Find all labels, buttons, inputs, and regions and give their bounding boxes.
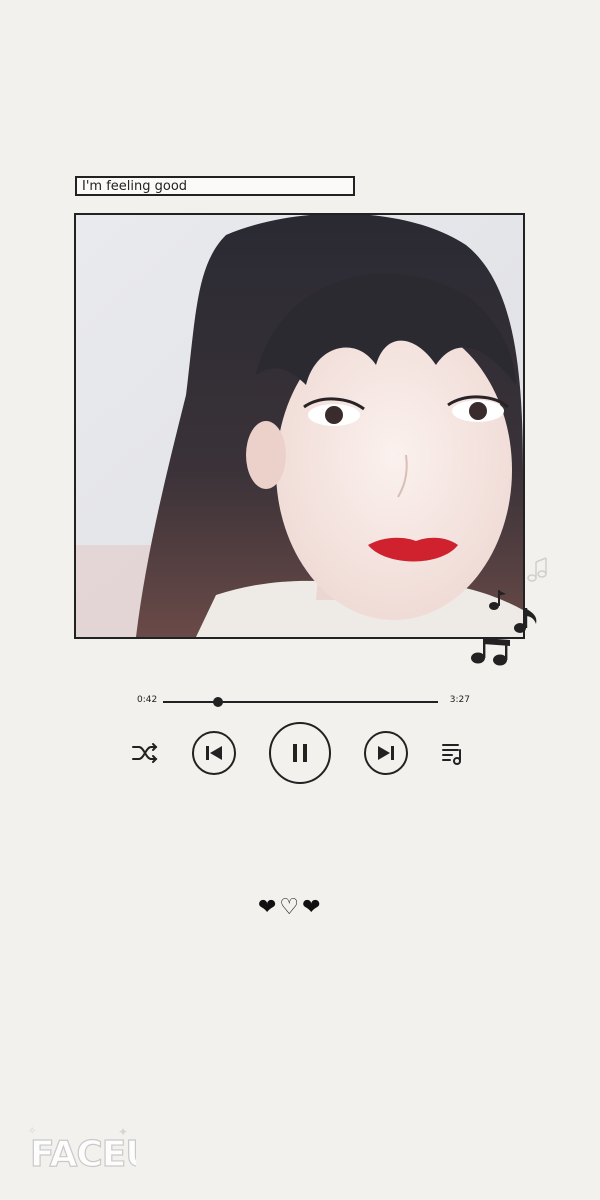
playlist-button[interactable]	[438, 738, 468, 768]
music-notes-icon	[468, 556, 558, 676]
album-art-illustration	[76, 215, 523, 637]
hearts-decoration: ❤♡❤	[258, 895, 324, 920]
skip-next-icon	[378, 746, 394, 760]
playlist-icon	[442, 744, 461, 765]
svg-text:FACEU: FACEU	[30, 1134, 136, 1175]
album-art	[74, 213, 525, 639]
total-time: 3:27	[449, 695, 470, 705]
track-title: I'm feeling good	[82, 178, 188, 194]
current-time: 0:42	[137, 695, 158, 705]
next-button[interactable]	[364, 731, 408, 775]
skip-previous-icon	[206, 746, 222, 760]
shuffle-button[interactable]	[130, 738, 160, 768]
svg-text:✧: ✧	[28, 1126, 36, 1137]
svg-text:✦: ✦	[118, 1125, 128, 1139]
previous-button[interactable]	[192, 731, 236, 775]
track-title-box: I'm feeling good	[75, 176, 355, 196]
faceu-logo: FACEU ✦ ✧	[28, 1125, 155, 1176]
progress-bar[interactable]: 0:42 3:27	[135, 693, 470, 711]
pause-icon	[293, 744, 307, 762]
progress-knob[interactable]	[213, 697, 223, 707]
player-controls	[130, 722, 475, 784]
faceu-watermark: FACEU ✦ ✧	[26, 1120, 155, 1180]
shuffle-icon	[132, 743, 158, 763]
progress-track[interactable]	[163, 701, 438, 703]
pause-button[interactable]	[269, 722, 331, 784]
